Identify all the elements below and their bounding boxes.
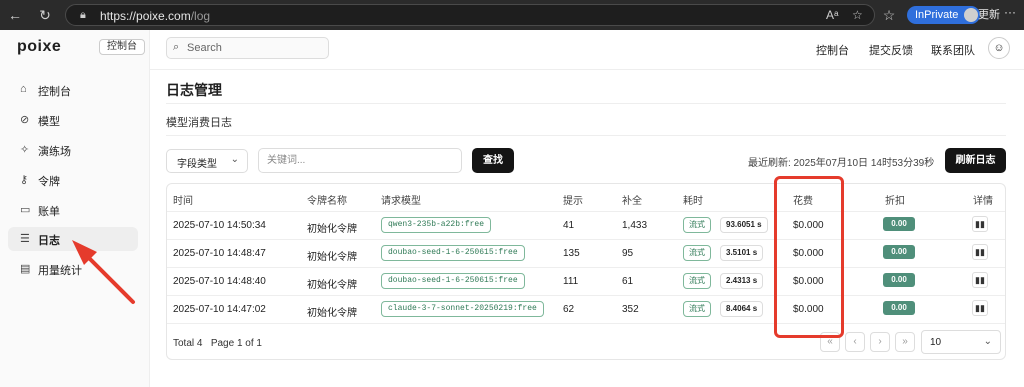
annotation-arrow-icon	[72, 240, 135, 304]
